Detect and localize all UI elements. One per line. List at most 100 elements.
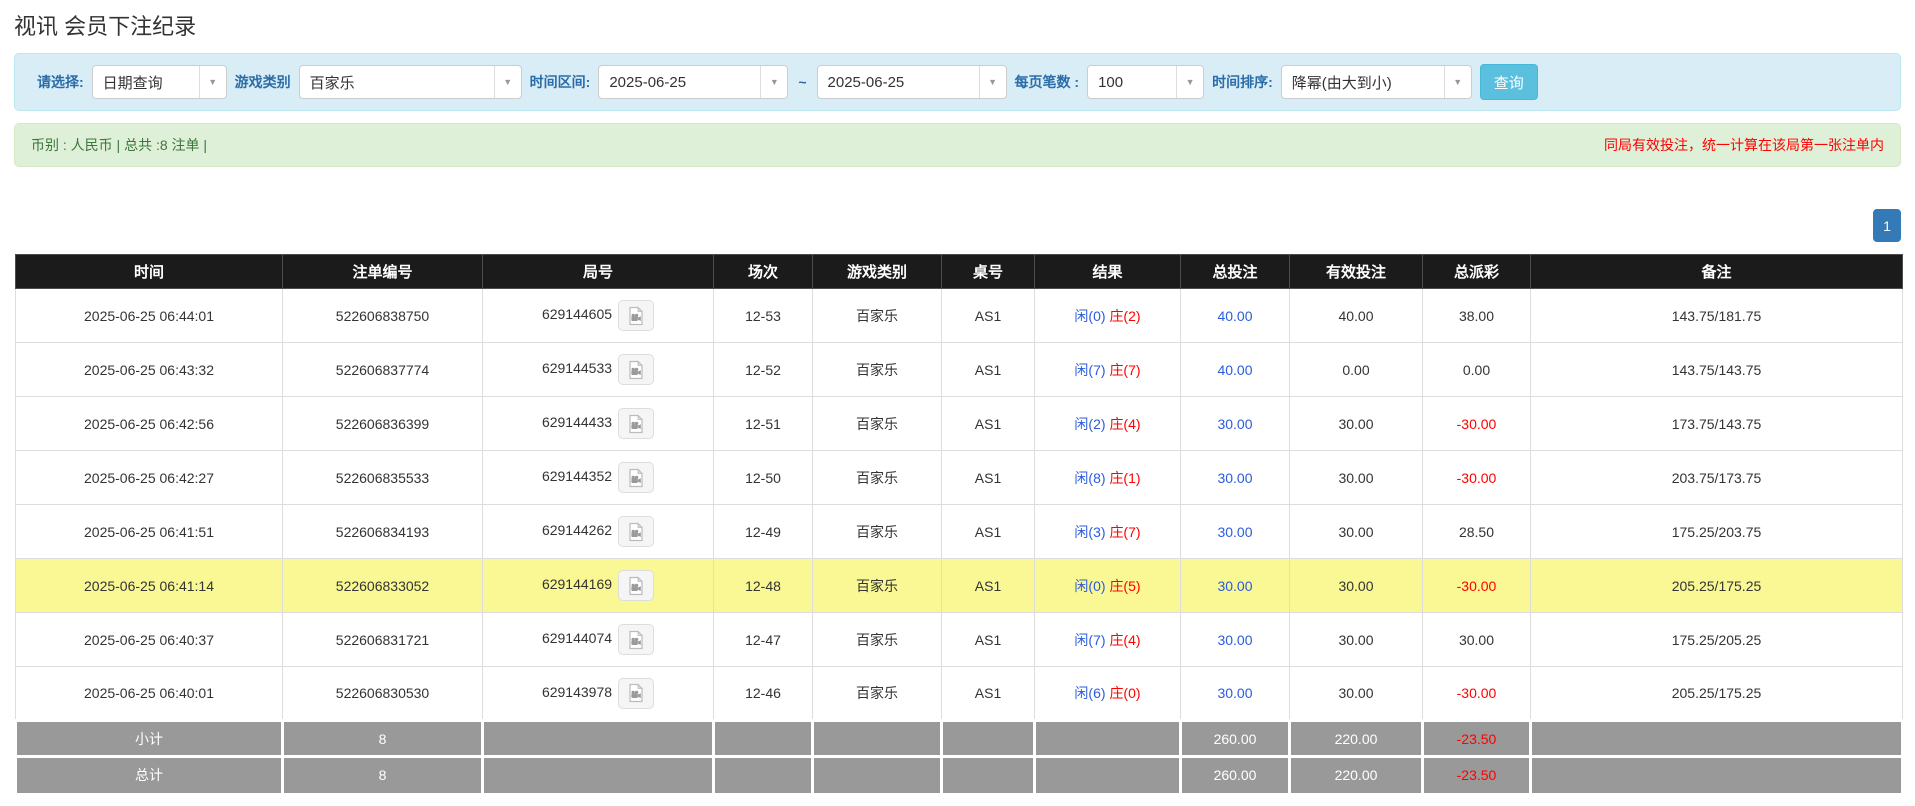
chevron-down-icon[interactable]: ▼ — [760, 66, 787, 98]
table-row: 2025-06-25 06:42:27 522606835533 6291443… — [16, 451, 1903, 505]
summary-empty-cell — [1035, 721, 1181, 757]
round-id: 629144262 — [542, 522, 612, 538]
result-cell: 闲(6) 庄(0) — [1035, 667, 1181, 721]
result-banker: 庄(7) — [1109, 524, 1140, 540]
video-replay-button[interactable] — [618, 300, 654, 331]
summary-valid-bet-cell: 220.00 — [1290, 721, 1423, 757]
game-name: 百家乐 — [856, 524, 898, 540]
game-name: 百家乐 — [856, 470, 898, 486]
game-category-select[interactable]: 百家乐 ▼ — [299, 65, 522, 99]
bet-id-cell: 522606838750 — [283, 289, 483, 343]
valid-bet-cell: 30.00 — [1290, 505, 1423, 559]
table-no-cell: AS1 — [942, 559, 1035, 613]
payout: -30.00 — [1457, 685, 1497, 701]
table-body: 2025-06-25 06:44:01 522606838750 6291446… — [16, 289, 1903, 721]
game-name: 百家乐 — [856, 308, 898, 324]
bet-id: 522606834193 — [336, 524, 429, 540]
page-size-select[interactable]: 100 ▼ — [1087, 65, 1204, 99]
video-replay-button[interactable] — [618, 462, 654, 493]
total-bet-link[interactable]: 40.00 — [1217, 308, 1252, 324]
table-number: AS1 — [975, 362, 1001, 378]
bet-time: 2025-06-25 06:40:37 — [84, 632, 214, 648]
video-replay-button[interactable] — [618, 678, 654, 709]
valid-bet-cell: 0.00 — [1290, 343, 1423, 397]
total-bet-link[interactable]: 30.00 — [1217, 416, 1252, 432]
summary-total-bet: 260.00 — [1214, 731, 1257, 747]
result-cell: 闲(8) 庄(1) — [1035, 451, 1181, 505]
query-type-select[interactable]: 日期查询 ▼ — [92, 65, 227, 99]
game-name: 百家乐 — [856, 632, 898, 648]
session-number: 12-52 — [745, 362, 781, 378]
payout-cell: 0.00 — [1423, 343, 1531, 397]
result-cell: 闲(2) 庄(4) — [1035, 397, 1181, 451]
total-bet-link[interactable]: 30.00 — [1217, 685, 1252, 701]
round-id-cell: 629144433 — [483, 397, 714, 451]
video-replay-button[interactable] — [618, 354, 654, 385]
chevron-down-icon[interactable]: ▼ — [1176, 66, 1203, 98]
bet-time: 2025-06-25 06:44:01 — [84, 308, 214, 324]
table-row: 2025-06-25 06:40:37 522606831721 6291440… — [16, 613, 1903, 667]
search-button[interactable]: 查询 — [1480, 64, 1538, 100]
summary-empty-cell — [1035, 757, 1181, 793]
total-bet-link[interactable]: 40.00 — [1217, 362, 1252, 378]
round-id-cell: 629144605 — [483, 289, 714, 343]
column-header: 游戏类别 — [813, 255, 942, 289]
valid-bet-cell: 30.00 — [1290, 667, 1423, 721]
table-row: 2025-06-25 06:42:56 522606836399 6291444… — [16, 397, 1903, 451]
valid-bet: 0.00 — [1342, 362, 1369, 378]
payout: -30.00 — [1457, 470, 1497, 486]
table-header-row: 时间注单编号局号场次游戏类别桌号结果总投注有效投注总派彩备注 — [16, 255, 1903, 289]
chevron-down-icon[interactable]: ▼ — [1444, 66, 1471, 98]
game-name: 百家乐 — [856, 416, 898, 432]
total-bet-link[interactable]: 30.00 — [1217, 578, 1252, 594]
valid-bet-cell: 30.00 — [1290, 559, 1423, 613]
summary-count: 8 — [379, 731, 387, 747]
game-name: 百家乐 — [856, 685, 898, 701]
page-1-button[interactable]: 1 — [1873, 209, 1901, 242]
video-file-icon — [626, 630, 646, 650]
total-bet-link[interactable]: 30.00 — [1217, 632, 1252, 648]
video-replay-button[interactable] — [618, 624, 654, 655]
summary-label: 总计 — [135, 767, 163, 783]
video-file-icon — [626, 360, 646, 380]
column-header: 备注 — [1531, 255, 1903, 289]
bet-records-table: 时间注单编号局号场次游戏类别桌号结果总投注有效投注总派彩备注 2025-06-2… — [14, 254, 1904, 793]
video-replay-button[interactable] — [618, 570, 654, 601]
result-player: 闲(3) — [1074, 524, 1105, 540]
round-id-cell: 629144533 — [483, 343, 714, 397]
game-cell: 百家乐 — [813, 505, 942, 559]
table-number: AS1 — [975, 416, 1001, 432]
total-bet-link[interactable]: 30.00 — [1217, 470, 1252, 486]
result-player: 闲(7) — [1074, 632, 1105, 648]
video-replay-button[interactable] — [618, 408, 654, 439]
bet-id: 522606836399 — [336, 416, 429, 432]
date-from-select[interactable]: 2025-06-25 ▼ — [598, 65, 788, 99]
total-bet-link[interactable]: 30.00 — [1217, 524, 1252, 540]
time-range-label: 时间区间: — [530, 72, 591, 92]
time-sort-select[interactable]: 降幂(由大到小) ▼ — [1281, 65, 1472, 99]
summary-total-bet-cell: 260.00 — [1181, 757, 1290, 793]
bet-id-cell: 522606834193 — [283, 505, 483, 559]
date-to-select[interactable]: 2025-06-25 ▼ — [817, 65, 1007, 99]
bet-id-cell: 522606836399 — [283, 397, 483, 451]
summary-count: 8 — [379, 767, 387, 783]
valid-bet: 30.00 — [1338, 632, 1373, 648]
chevron-down-icon[interactable]: ▼ — [199, 66, 226, 98]
remark: 143.75/181.75 — [1672, 308, 1762, 324]
round-id: 629144169 — [542, 576, 612, 592]
round-id: 629144605 — [542, 306, 612, 322]
session-number: 12-50 — [745, 470, 781, 486]
result-banker: 庄(0) — [1109, 685, 1140, 701]
summary-empty-cell — [942, 757, 1035, 793]
valid-bet-cell: 40.00 — [1290, 289, 1423, 343]
chevron-down-icon[interactable]: ▼ — [494, 66, 521, 98]
game-cell: 百家乐 — [813, 559, 942, 613]
round-id: 629143978 — [542, 684, 612, 700]
valid-bet-cell: 30.00 — [1290, 613, 1423, 667]
chevron-down-icon[interactable]: ▼ — [979, 66, 1006, 98]
video-replay-button[interactable] — [618, 516, 654, 547]
filter-panel: 请选择: 日期查询 ▼ 游戏类别 百家乐 ▼ 时间区间: 2025-06-25 … — [14, 53, 1901, 111]
summary-label: 小计 — [135, 731, 163, 747]
payout: 30.00 — [1459, 632, 1494, 648]
table-no-cell: AS1 — [942, 397, 1035, 451]
